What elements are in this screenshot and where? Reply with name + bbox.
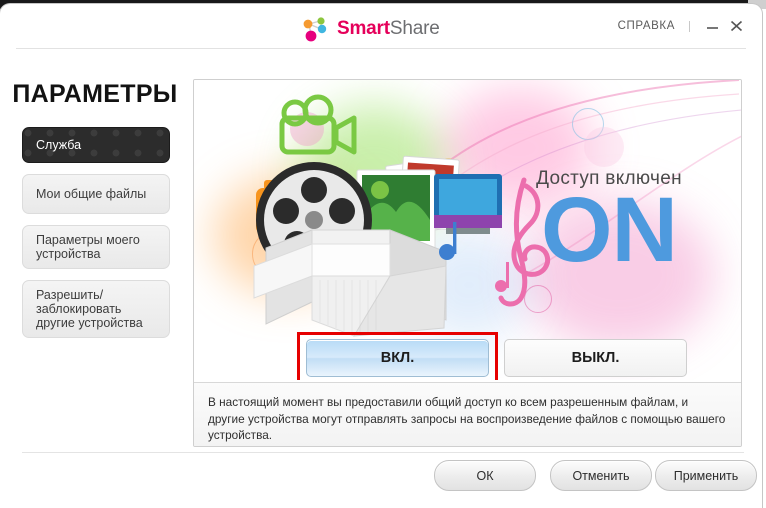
smartshare-app-window: SmartShare СПРАВКА ПАРАМЕТРЫ Служба Мои …	[0, 0, 766, 508]
ok-button[interactable]: ОК	[434, 460, 536, 491]
hero-illustration: Доступ включен ON ВКЛ. ВЫКЛ.	[194, 80, 741, 380]
logo-text-smart: Smart	[337, 18, 390, 39]
smartshare-logo-icon	[300, 16, 334, 42]
app-logo: SmartShare	[300, 16, 440, 42]
sidebar-item-label: Параметры моего устройства	[36, 233, 140, 261]
header-divider	[16, 48, 746, 49]
status-description: В настоящий момент вы предоставили общий…	[194, 382, 741, 446]
apply-button[interactable]: Применить	[655, 460, 757, 491]
sidebar-item-label: Разрешить/заблокировать другие устройств…	[36, 288, 143, 330]
status-value: ON	[541, 179, 678, 281]
sidebar: ПАРАМЕТРЫ Служба Мои общие файлы Парамет…	[0, 56, 190, 349]
sidebar-item-label: Служба	[36, 138, 82, 152]
cancel-button[interactable]: Отменить	[550, 460, 652, 491]
window-controls: СПРАВКА	[612, 16, 748, 36]
video-camera-icon	[279, 94, 357, 155]
close-icon[interactable]	[724, 16, 748, 36]
toggle-off-button[interactable]: ВЫКЛ.	[504, 339, 687, 377]
control-separator	[689, 20, 690, 32]
app-logo-text: SmartShare	[337, 18, 440, 40]
monitor-icon	[434, 174, 502, 234]
content-panel: Доступ включен ON ВКЛ. ВЫКЛ. В настоящий…	[193, 79, 742, 447]
sidebar-item-my-shared-files[interactable]: Мои общие файлы	[22, 174, 170, 214]
sidebar-item-allow-block-devices[interactable]: Разрешить/заблокировать другие устройств…	[22, 280, 170, 338]
help-button[interactable]: СПРАВКА	[612, 18, 681, 34]
open-box-icon	[253, 229, 447, 337]
sidebar-item-service[interactable]: Служба	[22, 127, 170, 163]
logo-text-share: Share	[389, 18, 440, 39]
title-bar: SmartShare СПРАВКА	[0, 4, 762, 48]
toggle-on-button[interactable]: ВКЛ.	[306, 339, 489, 377]
footer-divider	[22, 452, 744, 453]
footer-actions: ОК Отменить Применить	[0, 460, 762, 502]
sidebar-item-label: Мои общие файлы	[36, 187, 147, 201]
page-title: ПАРАМЕТРЫ	[12, 80, 178, 108]
service-toggle-group: ВКЛ. ВЫКЛ.	[194, 332, 741, 380]
sidebar-nav: Служба Мои общие файлы Параметры моего у…	[0, 127, 190, 338]
sidebar-item-device-settings[interactable]: Параметры моего устройства	[22, 225, 170, 269]
window-frame: SmartShare СПРАВКА ПАРАМЕТРЫ Служба Мои …	[0, 4, 762, 508]
minimize-icon[interactable]	[700, 16, 724, 36]
